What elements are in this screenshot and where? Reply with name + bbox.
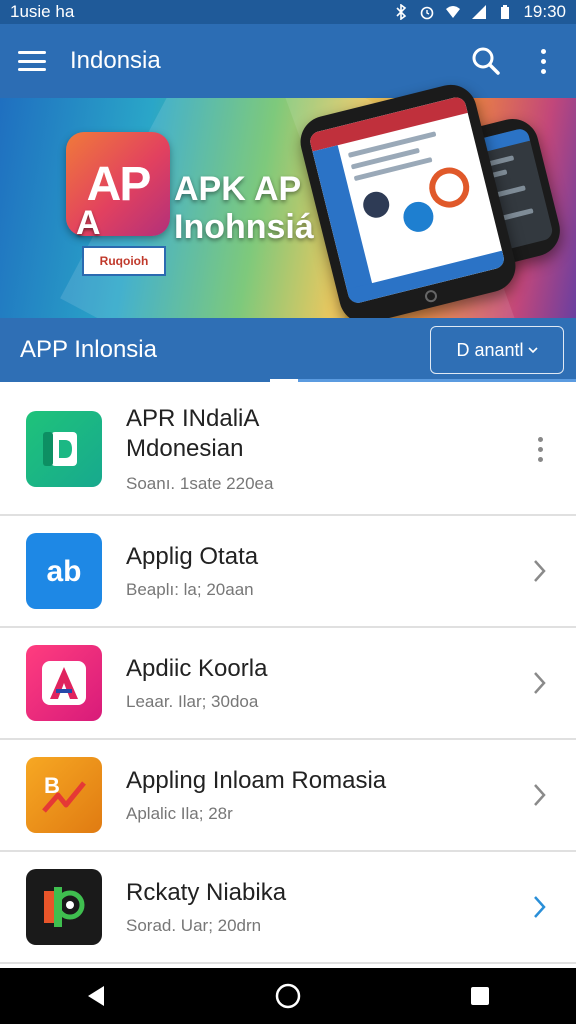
app-meta: Beaplı: la; 20aan bbox=[126, 580, 254, 599]
alarm-icon bbox=[421, 6, 434, 20]
battery-icon bbox=[501, 5, 510, 19]
app-bar: Indonsia bbox=[0, 24, 576, 98]
chevron-right-icon[interactable] bbox=[510, 877, 570, 937]
app-name: APR INdaliA bbox=[126, 405, 260, 432]
app-meta: Soanı. 1sate 220ea bbox=[126, 474, 274, 493]
app-text: Rckaty Niabika Sorad. Uar; 20drn bbox=[126, 878, 510, 936]
blue-ab-app-icon: ab bbox=[26, 533, 102, 609]
list-item[interactable]: ab Applig Otata Beaplı: la; 20aan bbox=[0, 516, 576, 628]
list-item[interactable]: Rckaty Niabika Sorad. Uar; 20drn bbox=[0, 852, 576, 964]
chevron-right-icon[interactable] bbox=[510, 653, 570, 713]
app-meta: Sorad. Uar; 20drn bbox=[126, 916, 262, 935]
back-triangle-icon[interactable] bbox=[66, 968, 126, 1024]
status-left-text: 1usie ha bbox=[10, 2, 75, 21]
chevron-right-icon[interactable] bbox=[510, 541, 570, 601]
svg-text:ab: ab bbox=[46, 555, 81, 588]
banner-logo-sub: A bbox=[76, 204, 101, 242]
dark-p-app-icon bbox=[26, 869, 102, 945]
chevron-right-icon[interactable] bbox=[510, 765, 570, 825]
search-icon[interactable] bbox=[466, 41, 506, 81]
category-dropdown[interactable]: D anantl bbox=[430, 326, 564, 374]
list-item[interactable]: B Appling Inloam Romasia Aplalic Ila; 28… bbox=[0, 740, 576, 852]
banner-title-line1: APK AP bbox=[174, 170, 302, 208]
list-item[interactable]: Apdiic Koorla Leaar. Ilar; 30doa bbox=[0, 628, 576, 740]
section-bar: APP Inlonsia D anantl bbox=[0, 318, 576, 382]
app-text: APR INdaliA Mdonesian Soanı. 1sate 220ea bbox=[126, 404, 510, 494]
app-bar-title: Indonsia bbox=[70, 47, 161, 74]
more-vert-icon[interactable] bbox=[510, 419, 570, 479]
wifi-icon bbox=[446, 6, 461, 18]
list-item[interactable]: APR INdaliA Mdonesian Soanı. 1sate 220ea bbox=[0, 384, 576, 516]
app-meta: Leaar. Ilar; 30doa bbox=[126, 692, 259, 711]
bluetooth-icon bbox=[396, 4, 407, 20]
signal-icon bbox=[472, 5, 487, 19]
app-meta: Aplalic Ila; 28r bbox=[126, 804, 233, 823]
app-list: APR INdaliA Mdonesian Soanı. 1sate 220ea… bbox=[0, 384, 576, 964]
app-text: Apdiic Koorla Leaar. Ilar; 30doa bbox=[126, 654, 510, 712]
orange-b-app-icon: B bbox=[26, 757, 102, 833]
section-title: APP Inlonsia bbox=[20, 336, 157, 363]
app-name: Rckaty Niabika bbox=[126, 879, 287, 906]
dropdown-label: D anantl bbox=[456, 339, 524, 360]
app-name-line2: Mdonesian bbox=[126, 435, 244, 462]
tab-indicator-track bbox=[298, 379, 576, 382]
app-name: Applig Otata bbox=[126, 543, 259, 570]
app-name: Apdiic Koorla bbox=[126, 655, 268, 682]
pink-a-app-icon bbox=[26, 645, 102, 721]
tab-indicator bbox=[270, 379, 298, 382]
more-vert-icon[interactable] bbox=[528, 41, 558, 81]
status-time: 19:30 bbox=[523, 2, 566, 21]
hamburger-menu-icon[interactable] bbox=[18, 51, 46, 71]
banner-title: APK AP Inohnsiá bbox=[174, 170, 314, 246]
system-nav-bar bbox=[0, 968, 576, 1024]
banner-tag: Ruqoioh bbox=[82, 246, 166, 276]
chevron-down-icon bbox=[527, 347, 538, 354]
status-icons: 19:30 bbox=[393, 2, 566, 22]
screen: 1usie ha 19:30 Indonsia AP A Ruqoioh APK… bbox=[0, 0, 576, 1024]
banner-title-line2: Inohnsiá bbox=[174, 208, 314, 246]
home-circle-icon[interactable] bbox=[258, 968, 318, 1024]
app-text: Appling Inloam Romasia Aplalic Ila; 28r bbox=[126, 766, 510, 824]
recents-square-icon[interactable] bbox=[450, 968, 510, 1024]
app-text: Applig Otata Beaplı: la; 20aan bbox=[126, 542, 510, 600]
app-name: Appling Inloam Romasia bbox=[126, 767, 387, 794]
green-d-app-icon bbox=[26, 411, 102, 487]
status-bar: 1usie ha 19:30 bbox=[0, 0, 576, 24]
